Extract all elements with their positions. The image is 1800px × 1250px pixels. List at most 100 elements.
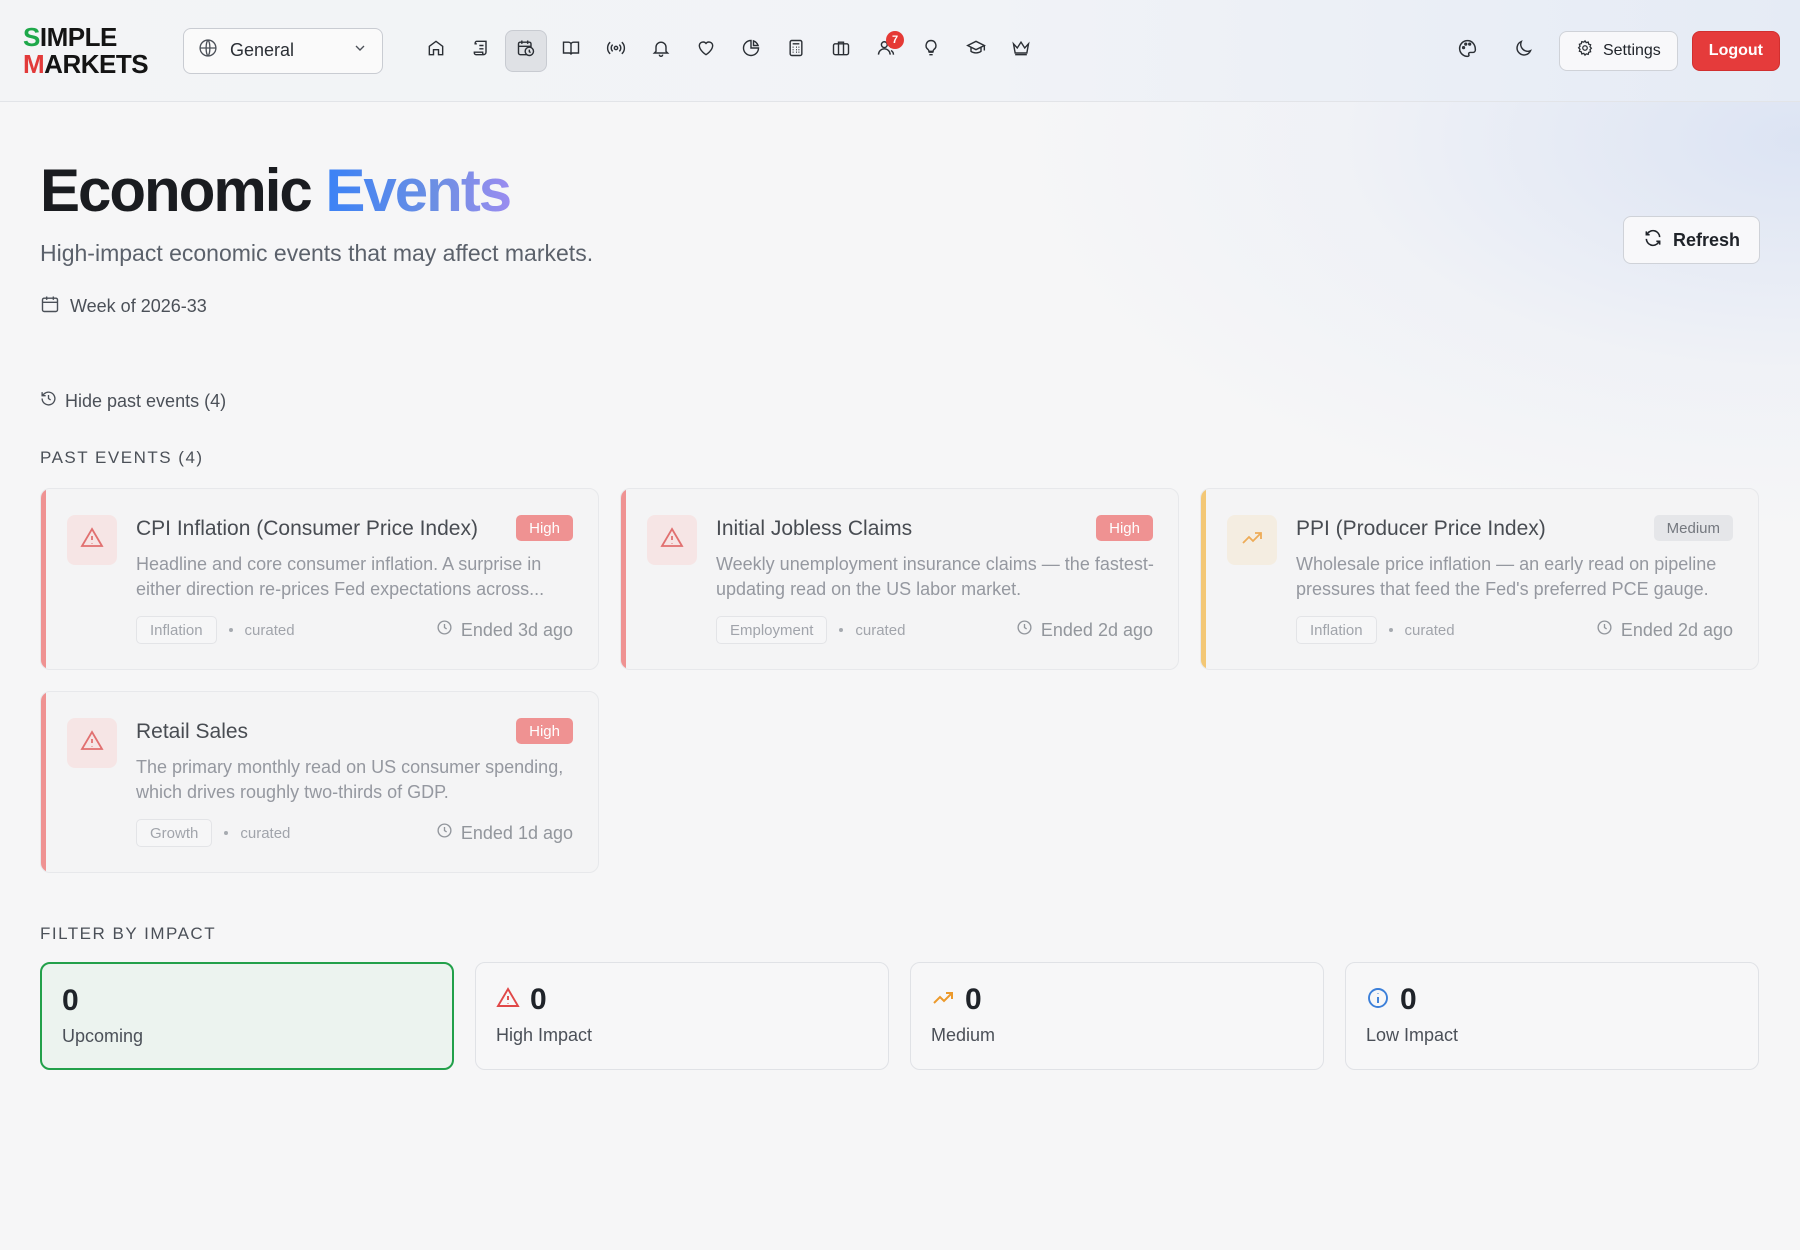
event-meta: Inflation curated Ended 3d ago bbox=[136, 616, 573, 644]
impact-stripe bbox=[1201, 489, 1206, 669]
filter-low-impact[interactable]: 0 Low Impact bbox=[1345, 962, 1759, 1070]
main-nav: 7 bbox=[415, 29, 1042, 72]
gear-icon bbox=[1576, 39, 1594, 62]
impact-stripe bbox=[41, 692, 46, 872]
nav-economic-events[interactable] bbox=[505, 29, 547, 72]
past-events-grid: CPI Inflation (Consumer Price Index) Hig… bbox=[40, 488, 1760, 873]
calculator-icon bbox=[786, 38, 806, 63]
week-indicator: Week of 2026-33 bbox=[40, 294, 207, 319]
category-tag: Employment bbox=[716, 616, 828, 644]
event-source: curated bbox=[244, 621, 295, 639]
home-icon bbox=[426, 38, 446, 63]
nav-community[interactable]: 7 bbox=[865, 30, 907, 72]
nav-learn[interactable] bbox=[550, 30, 592, 72]
category-tag: Inflation bbox=[1296, 616, 1377, 644]
settings-label: Settings bbox=[1602, 41, 1661, 59]
category-tag: Inflation bbox=[136, 616, 217, 644]
impact-badge: High bbox=[1096, 515, 1153, 541]
filter-upcoming[interactable]: 0 Upcoming bbox=[40, 962, 454, 1070]
clock-icon bbox=[1596, 619, 1613, 641]
alert-triangle-icon bbox=[80, 729, 104, 758]
clock-icon bbox=[436, 619, 453, 641]
separator-dot bbox=[839, 628, 844, 632]
header-actions: Settings Logout bbox=[1447, 30, 1780, 72]
nav-education[interactable] bbox=[955, 30, 997, 72]
settings-button[interactable]: Settings bbox=[1558, 30, 1678, 71]
event-source: curated bbox=[1404, 621, 1455, 639]
dark-mode-toggle[interactable] bbox=[1503, 30, 1545, 72]
broadcast-icon bbox=[606, 38, 626, 63]
category-select-value: General bbox=[230, 40, 295, 60]
event-source: curated bbox=[855, 621, 906, 639]
event-card[interactable]: PPI (Producer Price Index) Medium Wholes… bbox=[1200, 488, 1759, 670]
hide-past-events-toggle[interactable]: Hide past events (4) bbox=[40, 390, 226, 412]
top-nav-bar: SIMPLE MARKETS General 7 Settings Logout bbox=[0, 0, 1800, 102]
event-card[interactable]: CPI Inflation (Consumer Price Index) Hig… bbox=[40, 488, 599, 670]
event-icon-box bbox=[647, 515, 697, 565]
notification-count-badge: 7 bbox=[886, 30, 904, 49]
event-card[interactable]: Retail Sales High The primary monthly re… bbox=[40, 691, 599, 873]
event-description: The primary monthly read on US consumer … bbox=[136, 757, 564, 802]
filter-label: High Impact bbox=[496, 1025, 593, 1045]
category-select[interactable]: General bbox=[183, 27, 383, 74]
refresh-label: Refresh bbox=[1672, 229, 1741, 250]
chevron-down-icon bbox=[352, 40, 368, 61]
calendar-icon bbox=[40, 294, 60, 319]
event-status-label: Ended 2d ago bbox=[1040, 619, 1153, 640]
pie-chart-icon bbox=[741, 38, 761, 63]
event-status-label: Ended 2d ago bbox=[1620, 619, 1733, 640]
refresh-button[interactable]: Refresh bbox=[1623, 216, 1760, 264]
filter-count: 0 bbox=[530, 983, 547, 1016]
graduation-cap-icon bbox=[966, 38, 986, 63]
nav-scroll[interactable] bbox=[460, 30, 502, 72]
event-title: Initial Jobless Claims bbox=[716, 517, 913, 540]
filter-label: Low Impact bbox=[1366, 1025, 1459, 1045]
nav-live[interactable] bbox=[595, 30, 637, 72]
filter-medium[interactable]: 0 Medium bbox=[910, 962, 1324, 1070]
event-meta: Growth curated Ended 1d ago bbox=[136, 819, 573, 847]
lightbulb-icon bbox=[921, 38, 941, 63]
event-status: Ended 2d ago bbox=[1016, 619, 1153, 641]
moon-icon bbox=[1513, 38, 1534, 64]
impact-badge: High bbox=[516, 515, 573, 541]
nav-briefcase[interactable] bbox=[820, 30, 862, 72]
crown-icon bbox=[1011, 38, 1031, 63]
past-events-heading: PAST EVENTS (4) bbox=[40, 448, 204, 467]
trending-up-icon bbox=[1240, 526, 1264, 555]
bell-icon bbox=[651, 38, 671, 63]
hide-past-events-label: Hide past events (4) bbox=[65, 390, 227, 411]
event-status: Ended 1d ago bbox=[436, 822, 573, 844]
clock-icon bbox=[1016, 619, 1033, 641]
logout-button[interactable]: Logout bbox=[1691, 30, 1780, 71]
impact-badge: High bbox=[516, 718, 573, 744]
filter-heading: FILTER BY IMPACT bbox=[40, 924, 217, 943]
event-title: Retail Sales bbox=[136, 720, 249, 743]
book-open-icon bbox=[561, 38, 581, 63]
event-icon-box bbox=[67, 515, 117, 565]
calendar-clock-icon bbox=[516, 38, 536, 63]
alert-triangle-icon bbox=[80, 526, 104, 555]
event-title: PPI (Producer Price Index) bbox=[1296, 517, 1546, 540]
nav-calculator[interactable] bbox=[775, 30, 817, 72]
nav-home[interactable] bbox=[415, 30, 457, 72]
nav-ideas[interactable] bbox=[910, 30, 952, 72]
nav-favorites[interactable] bbox=[685, 30, 727, 72]
nav-premium[interactable] bbox=[1000, 30, 1042, 72]
filter-high-impact[interactable]: 0 High Impact bbox=[475, 962, 889, 1070]
event-title: CPI Inflation (Consumer Price Index) bbox=[136, 517, 478, 540]
event-meta: Inflation curated Ended 2d ago bbox=[1296, 616, 1733, 644]
nav-alerts[interactable] bbox=[640, 30, 682, 72]
heart-icon bbox=[696, 38, 716, 63]
event-card[interactable]: Initial Jobless Claims High Weekly unemp… bbox=[620, 488, 1179, 670]
event-description: Headline and core consumer inflation. A … bbox=[136, 554, 545, 599]
filter-count: 0 bbox=[965, 983, 982, 1016]
theme-palette-button[interactable] bbox=[1447, 30, 1489, 72]
page-title: Economic Events bbox=[40, 157, 512, 224]
event-source: curated bbox=[240, 824, 291, 842]
nav-portfolio-chart[interactable] bbox=[730, 30, 772, 72]
event-icon-box bbox=[1227, 515, 1277, 565]
event-meta: Employment curated Ended 2d ago bbox=[716, 616, 1153, 644]
separator-dot bbox=[1388, 628, 1393, 632]
separator-dot bbox=[224, 831, 229, 835]
app-logo[interactable]: SIMPLE MARKETS bbox=[23, 24, 153, 78]
